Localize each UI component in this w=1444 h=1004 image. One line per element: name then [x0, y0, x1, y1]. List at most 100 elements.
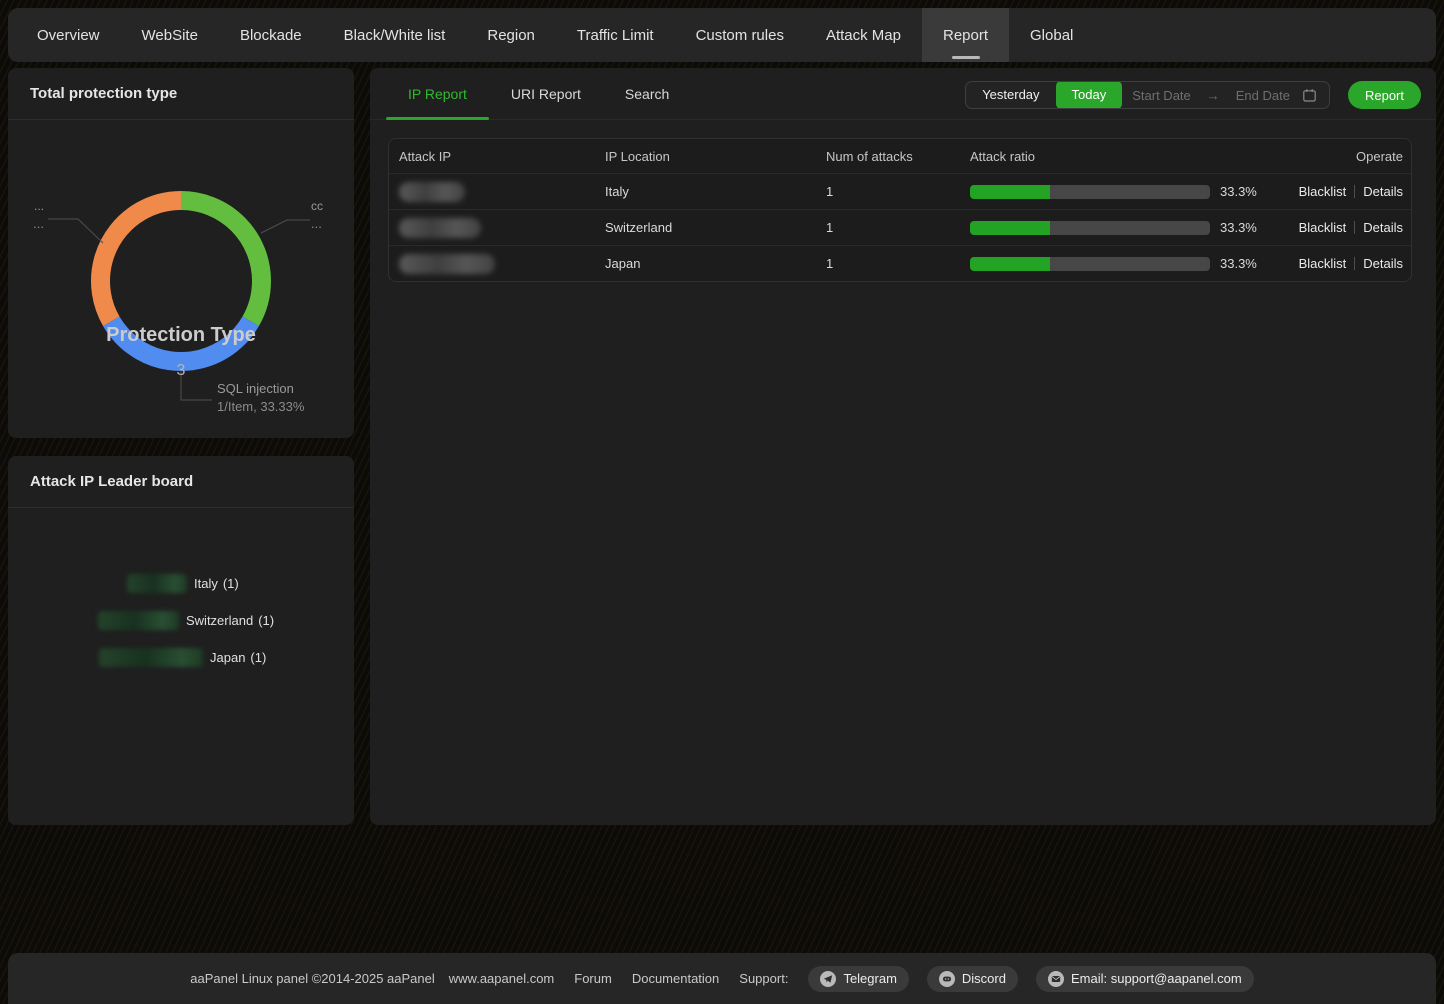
calendar-icon[interactable] — [1302, 88, 1317, 103]
nav-item-black-white-list[interactable]: Black/White list — [323, 8, 467, 62]
leaderboard-label: Italy(1) — [194, 576, 239, 591]
today-button[interactable]: Today — [1056, 81, 1123, 109]
nav-item-report[interactable]: Report — [922, 8, 1009, 62]
donut-center-title: Protection Type — [8, 324, 354, 347]
ratio-progressbar — [970, 221, 1210, 235]
email-label: Email: support@aapanel.com — [1071, 971, 1242, 986]
footer-support-label: Support: — [739, 971, 788, 986]
tab-ip-report[interactable]: IP Report — [386, 68, 489, 119]
attack-ip-table: Attack IP IP Location Num of attacks Att… — [388, 138, 1412, 282]
start-date-input[interactable]: Start Date — [1122, 88, 1201, 103]
report-panel: IP Report URI Report Search Yesterday To… — [370, 68, 1436, 825]
operate-divider — [1354, 185, 1355, 198]
email-button[interactable]: Email: support@aapanel.com — [1036, 966, 1254, 992]
leaderboard-chart: Italy(1) Switzerland(1) Japan(1) — [8, 508, 354, 824]
footer-link-forum[interactable]: Forum — [574, 971, 612, 986]
date-range-arrow-icon: → — [1201, 88, 1226, 103]
discord-label: Discord — [962, 971, 1006, 986]
donut-segments — [71, 171, 291, 391]
cell-ip-location: Switzerland — [605, 220, 826, 235]
end-date-input[interactable]: End Date — [1226, 88, 1300, 103]
ratio-value: 33.3% — [1220, 256, 1257, 271]
telegram-button[interactable]: Telegram — [808, 966, 908, 992]
nav-item-website[interactable]: WebSite — [121, 8, 219, 62]
table-row: Japan 1 33.3% Blacklist Details — [389, 245, 1411, 281]
operate-divider — [1354, 257, 1355, 270]
discord-icon — [939, 971, 955, 987]
header-attack-ip: Attack IP — [389, 149, 605, 164]
nav-item-region[interactable]: Region — [466, 8, 556, 62]
blurred-attack-ip — [399, 254, 495, 274]
nav-item-custom-rules[interactable]: Custom rules — [675, 8, 805, 62]
blurred-ip-bar — [99, 648, 203, 667]
nav-item-global[interactable]: Global — [1009, 8, 1094, 62]
pie-label-bottom: SQL injection 1/Item, 33.33% — [217, 380, 304, 416]
label-line-bottom — [181, 371, 212, 400]
table-header-row: Attack IP IP Location Num of attacks Att… — [389, 139, 1411, 173]
tab-uri-report[interactable]: URI Report — [489, 68, 603, 119]
report-tabbar: IP Report URI Report Search Yesterday To… — [370, 68, 1436, 120]
blurred-attack-ip — [399, 182, 465, 202]
leaderboard-row-italy: Italy(1) — [127, 573, 239, 593]
cell-attack-ratio: 33.3% — [970, 220, 1283, 235]
pie-label-right-name: cc — [311, 197, 323, 215]
details-link[interactable]: Details — [1363, 256, 1403, 271]
ratio-value: 33.3% — [1220, 220, 1257, 235]
yesterday-button[interactable]: Yesterday — [966, 82, 1055, 108]
cell-num-of-attacks: 1 — [826, 256, 970, 271]
table-row: Italy 1 33.3% Blacklist Details — [389, 173, 1411, 209]
cell-ip-location: Japan — [605, 256, 826, 271]
panel-title: Attack IP Leader board — [8, 456, 354, 508]
footer-copyright: aaPanel Linux panel ©2014-2025 aaPanel — [190, 971, 435, 986]
cell-attack-ratio: 33.3% — [970, 184, 1283, 199]
discord-button[interactable]: Discord — [927, 966, 1018, 992]
operate-divider — [1354, 221, 1355, 234]
date-filter-controls: Yesterday Today Start Date → End Date Re… — [965, 81, 1421, 109]
tab-search[interactable]: Search — [603, 68, 691, 119]
ratio-progressbar — [970, 257, 1210, 271]
pie-label-right-value: ... — [311, 215, 323, 233]
cell-num-of-attacks: 1 — [826, 184, 970, 199]
ratio-progress-fill — [970, 221, 1050, 235]
date-range-group: Yesterday Today Start Date → End Date — [965, 81, 1330, 109]
panel-title: Total protection type — [8, 68, 354, 120]
details-link[interactable]: Details — [1363, 184, 1403, 199]
pie-label-left: ... ... — [33, 197, 44, 233]
header-ip-location: IP Location — [605, 149, 826, 164]
pie-label-bottom-value: 1/Item, 33.33% — [217, 398, 304, 416]
ratio-progress-fill — [970, 257, 1050, 271]
header-num-of-attacks: Num of attacks — [826, 149, 970, 164]
nav-item-attack-map[interactable]: Attack Map — [805, 8, 922, 62]
blacklist-link[interactable]: Blacklist — [1299, 220, 1347, 235]
nav-item-overview[interactable]: Overview — [16, 8, 121, 62]
footer-link-documentation[interactable]: Documentation — [632, 971, 719, 986]
header-attack-ratio: Attack ratio — [970, 149, 1283, 164]
pie-label-left-value: ... — [33, 215, 44, 233]
blacklist-link[interactable]: Blacklist — [1299, 184, 1347, 199]
email-icon — [1048, 971, 1064, 987]
pie-label-left-name: ... — [33, 197, 44, 215]
blurred-ip-bar — [127, 574, 187, 593]
telegram-label: Telegram — [843, 971, 896, 986]
pie-label-bottom-name: SQL injection — [217, 380, 304, 398]
leaderboard-label: Switzerland(1) — [186, 613, 274, 628]
footer-link-website[interactable]: www.aapanel.com — [449, 971, 555, 986]
nav-item-traffic-limit[interactable]: Traffic Limit — [556, 8, 675, 62]
report-button[interactable]: Report — [1348, 81, 1421, 109]
attack-ip-leaderboard-panel: Attack IP Leader board Italy(1) Switzerl… — [8, 456, 354, 825]
blurred-attack-ip — [399, 218, 481, 238]
table-row: Switzerland 1 33.3% Blacklist Details — [389, 209, 1411, 245]
footer: aaPanel Linux panel ©2014-2025 aaPanel w… — [8, 953, 1436, 1004]
pie-label-right: cc ... — [311, 197, 323, 233]
blacklist-link[interactable]: Blacklist — [1299, 256, 1347, 271]
total-protection-type-panel: Total protection type Protection Type 3 … — [8, 68, 354, 438]
label-line-left — [48, 219, 103, 243]
header-operate: Operate — [1283, 149, 1411, 164]
telegram-icon — [820, 971, 836, 987]
donut-center-value: 3 — [8, 362, 354, 380]
cell-num-of-attacks: 1 — [826, 220, 970, 235]
ratio-progressbar — [970, 185, 1210, 199]
cell-attack-ratio: 33.3% — [970, 256, 1283, 271]
nav-item-blockade[interactable]: Blockade — [219, 8, 323, 62]
details-link[interactable]: Details — [1363, 220, 1403, 235]
